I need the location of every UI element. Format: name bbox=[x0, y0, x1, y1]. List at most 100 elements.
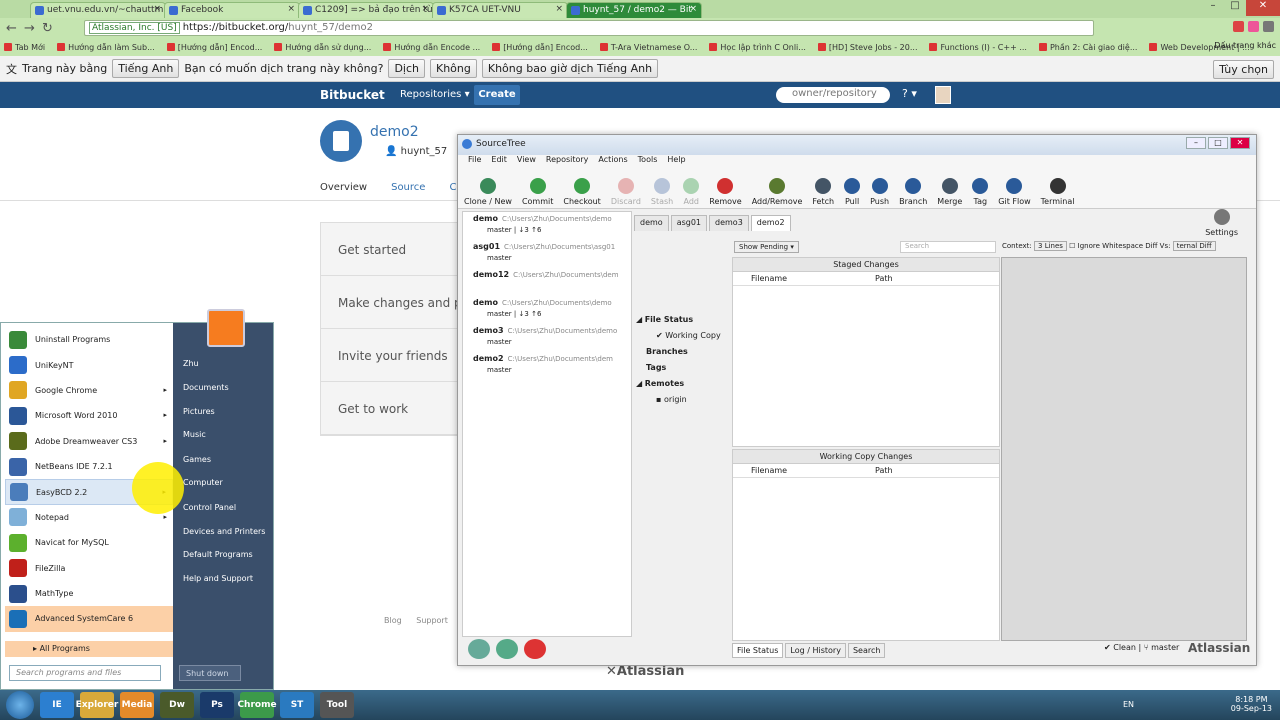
no-translate-button[interactable]: Không bbox=[429, 59, 477, 78]
filename-column[interactable]: Filename bbox=[751, 466, 787, 475]
help-menu[interactable]: ? ▾ bbox=[902, 87, 917, 100]
extension-icon[interactable] bbox=[1233, 21, 1244, 32]
start-button[interactable] bbox=[6, 691, 34, 719]
shutdown-button[interactable]: Shut down bbox=[179, 665, 241, 681]
taskbar-app-icon[interactable]: Dw bbox=[160, 692, 194, 718]
toolbar-button[interactable]: Remove bbox=[709, 178, 742, 208]
start-program-item[interactable]: FileZilla bbox=[5, 556, 173, 581]
close-tab-icon[interactable]: × bbox=[421, 4, 429, 14]
start-program-item[interactable]: Microsoft Word 2010 ▸ bbox=[5, 403, 173, 428]
bookmark-item[interactable]: Hướng dẫn Encode ... bbox=[383, 43, 480, 52]
language-select[interactable]: Tiếng Anh bbox=[112, 59, 180, 78]
minimize-icon[interactable]: – bbox=[1186, 137, 1206, 149]
maximize-icon[interactable]: □ bbox=[1208, 137, 1228, 149]
start-right-item[interactable]: Documents bbox=[183, 383, 229, 392]
reload-icon[interactable]: ↻ bbox=[42, 21, 60, 36]
show-pending-select[interactable]: Show Pending ▾ bbox=[734, 241, 799, 253]
bottom-tab[interactable]: Log / History bbox=[785, 643, 846, 658]
repo-item[interactable]: demo C:\Users\Zhu\Documents\demo master | … bbox=[463, 212, 631, 240]
bookmark-item[interactable]: Học lập trình C Onli... bbox=[709, 43, 806, 52]
toolbar-button[interactable]: Terminal bbox=[1041, 178, 1074, 208]
getting-started-item[interactable]: Get to work bbox=[321, 382, 459, 435]
close-tab-icon[interactable]: × bbox=[555, 4, 563, 14]
start-right-item[interactable]: Help and Support bbox=[183, 574, 253, 583]
close-icon[interactable]: ✕ bbox=[1246, 0, 1280, 16]
menu-item[interactable]: Repository bbox=[546, 155, 589, 169]
close-tab-icon[interactable]: × bbox=[153, 4, 161, 14]
browser-tab[interactable]: uet.vnu.edu.vn/~chauttm × bbox=[30, 2, 166, 18]
translate-options-button[interactable]: Tùy chọn bbox=[1213, 60, 1274, 79]
repo-item[interactable]: asg01 C:\Users\Zhu\Documents\asg01 master bbox=[463, 240, 631, 268]
start-right-item[interactable]: Music bbox=[183, 430, 206, 439]
menu-item[interactable]: Help bbox=[667, 155, 685, 169]
bookmark-item[interactable]: [Hướng dẫn] Encod... bbox=[492, 43, 588, 52]
remove-repo-icon[interactable] bbox=[524, 639, 546, 659]
sidebar-item-tags[interactable]: Tags bbox=[636, 363, 732, 379]
forward-arrow-icon[interactable]: → bbox=[24, 21, 42, 36]
minimize-icon[interactable]: – bbox=[1202, 0, 1224, 16]
taskbar-app-icon[interactable]: Explorer bbox=[76, 692, 118, 718]
toolbar-button[interactable]: Pull bbox=[844, 178, 861, 208]
bookmark-item[interactable]: Hướng dẫn sử dụng... bbox=[274, 43, 371, 52]
bookmark-item[interactable]: T-Ara Vietnamese O... bbox=[599, 43, 697, 52]
toolbar-button[interactable]: Tag bbox=[972, 178, 989, 208]
start-program-item[interactable]: Advanced SystemCare 6 bbox=[5, 606, 173, 632]
create-button[interactable]: Create bbox=[474, 85, 520, 105]
footer-link-blog[interactable]: Blog bbox=[384, 616, 402, 625]
external-diff-button[interactable]: ternal Diff bbox=[1172, 241, 1216, 251]
taskbar-app-icon[interactable]: IE bbox=[40, 692, 74, 718]
menu-item[interactable]: Edit bbox=[491, 155, 507, 169]
repo-owner[interactable]: 👤 huynt_57 bbox=[385, 146, 447, 157]
taskbar-app-icon[interactable]: Tool bbox=[320, 692, 354, 718]
toolbar-button[interactable]: Git Flow bbox=[998, 178, 1031, 208]
bookmark-item[interactable]: Tab Mới bbox=[4, 43, 45, 52]
toolbar-button[interactable]: Branch bbox=[899, 178, 927, 208]
start-program-item[interactable]: UniKeyNT bbox=[5, 352, 173, 377]
bottom-tab[interactable]: Search bbox=[847, 643, 886, 658]
extension-icon[interactable] bbox=[1248, 21, 1259, 32]
clock[interactable]: 8:18 PM 09-Sep-13 bbox=[1231, 695, 1272, 713]
menu-item[interactable]: File bbox=[468, 155, 481, 169]
start-right-item[interactable]: Control Panel bbox=[183, 503, 236, 512]
toolbar-button[interactable]: Push bbox=[870, 178, 889, 208]
repo-tab[interactable]: asg01 bbox=[670, 215, 708, 231]
repo-item[interactable]: demo3 C:\Users\Zhu\Documents\demo master bbox=[463, 324, 631, 352]
sidebar-item-origin[interactable]: ▪ origin bbox=[636, 395, 732, 411]
start-program-item[interactable]: Adobe Dreamweaver CS3 ▸ bbox=[5, 429, 173, 454]
toolbar-button[interactable]: Merge bbox=[937, 178, 962, 208]
language-indicator[interactable]: EN bbox=[1123, 700, 1134, 709]
start-right-item[interactable]: Computer bbox=[183, 478, 223, 487]
bookmark-item[interactable]: Phần 2: Cài giao diệ... bbox=[1038, 43, 1137, 52]
start-program-item[interactable]: Google Chrome ▸ bbox=[5, 378, 173, 403]
browser-tab[interactable]: huynt_57 / demo2 — Bit × bbox=[566, 2, 702, 18]
path-column[interactable]: Path bbox=[875, 274, 893, 283]
bitbucket-logo[interactable]: Bitbucket bbox=[320, 88, 385, 102]
repositories-menu[interactable]: Repositories ▾ bbox=[400, 89, 470, 100]
start-program-item[interactable]: Uninstall Programs bbox=[5, 327, 173, 352]
bookmark-item[interactable]: [HD] Steve Jobs - 20... bbox=[817, 43, 917, 52]
toolbar-button[interactable]: Fetch bbox=[812, 178, 834, 208]
user-picture[interactable] bbox=[207, 309, 245, 347]
taskbar-app-icon[interactable]: Media bbox=[120, 692, 154, 718]
taskbar-app-icon[interactable]: ST bbox=[280, 692, 314, 718]
sidebar-item-remotes[interactable]: ◢ Remotes bbox=[636, 379, 732, 395]
repo-search-input[interactable]: owner/repository bbox=[776, 87, 890, 103]
getting-started-item[interactable]: Get started bbox=[321, 223, 459, 276]
menu-icon[interactable] bbox=[1263, 21, 1274, 32]
start-right-item[interactable]: Pictures bbox=[183, 407, 215, 416]
taskbar-app-icon[interactable]: Ps bbox=[200, 692, 234, 718]
taskbar-app-icon[interactable]: Chrome bbox=[237, 692, 277, 718]
start-right-item[interactable]: Games bbox=[183, 455, 211, 464]
start-right-item[interactable]: Zhu bbox=[183, 359, 199, 368]
repo-item[interactable]: demo12 C:\Users\Zhu\Documents\dem bbox=[463, 268, 631, 296]
repo-tab[interactable]: demo bbox=[634, 215, 669, 231]
translate-button[interactable]: Dịch bbox=[388, 59, 425, 78]
sidebar-item-branches[interactable]: Branches bbox=[636, 347, 732, 363]
close-tab-icon[interactable]: × bbox=[287, 4, 295, 14]
maximize-icon[interactable]: □ bbox=[1224, 0, 1246, 16]
sidebar-item-file-status[interactable]: ◢ File Status bbox=[636, 315, 732, 331]
add-folder-icon[interactable] bbox=[496, 639, 518, 659]
browser-tab[interactable]: Facebook × bbox=[164, 2, 300, 18]
repo-item[interactable]: demo2 C:\Users\Zhu\Documents\dem master bbox=[463, 352, 631, 380]
bookmark-item[interactable]: [Hướng dẫn] Encod... bbox=[166, 43, 262, 52]
